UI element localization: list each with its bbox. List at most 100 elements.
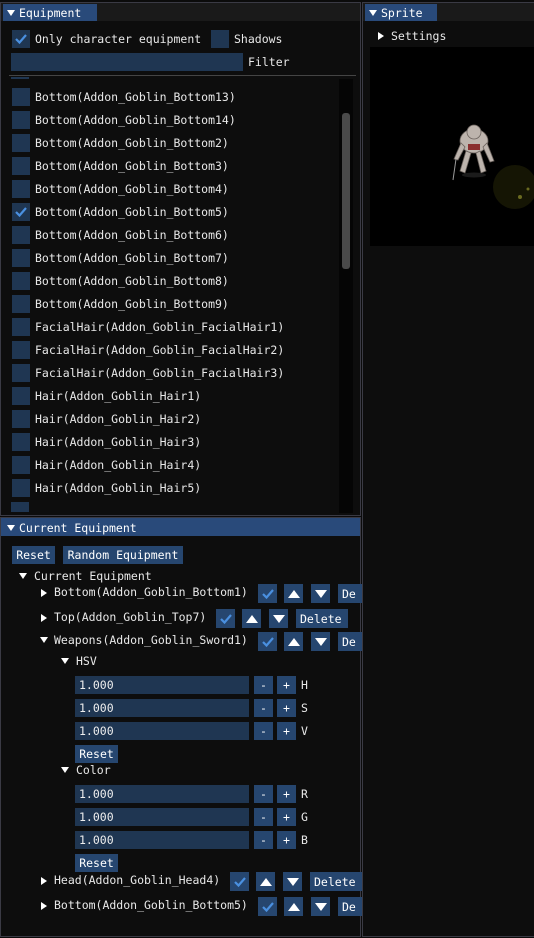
equipment-entry[interactable]: Bottom(Addon_Goblin_Bottom5) De <box>1 896 362 916</box>
move-down-button[interactable] <box>311 632 330 651</box>
equipment-entry[interactable]: Head(Addon_Goblin_Head4) Delete <box>1 871 362 891</box>
delete-button[interactable]: De <box>338 584 362 603</box>
equipment-checkbox[interactable] <box>12 134 30 152</box>
equipment-entry[interactable]: Weapons(Addon_Goblin_Sword1) De <box>1 631 362 651</box>
hsv-tree-node[interactable]: HSV <box>61 654 97 668</box>
delete-button[interactable]: Delete <box>310 872 362 891</box>
equipment-checkbox[interactable] <box>12 456 30 474</box>
equipment-entry[interactable]: Top(Addon_Goblin_Top7) Delete <box>1 608 362 628</box>
increment-button[interactable]: + <box>277 808 296 826</box>
equipment-checkbox[interactable] <box>12 295 30 313</box>
list-item[interactable]: Bottom(Addon_Goblin_Bottom14) <box>1 111 337 129</box>
list-item[interactable]: FacialHair(Addon_Goblin_FacialHair2) <box>1 341 337 359</box>
sprite-title-tab[interactable]: Sprite <box>365 4 437 21</box>
collapse-icon[interactable] <box>369 9 377 16</box>
color-value-input[interactable]: 1.000 <box>75 831 249 849</box>
equipment-checkbox[interactable] <box>12 318 30 336</box>
increment-button[interactable]: + <box>277 699 296 717</box>
move-down-button[interactable] <box>283 872 302 891</box>
color-reset-button[interactable]: Reset <box>75 854 118 872</box>
equipment-enabled-checkbox[interactable] <box>230 872 249 891</box>
equipment-checkbox[interactable] <box>12 341 30 359</box>
equipment-checkbox[interactable] <box>12 226 30 244</box>
increment-button[interactable]: + <box>277 831 296 849</box>
hsv-value-input[interactable]: 1.000 <box>75 676 249 694</box>
move-up-button[interactable] <box>284 897 303 916</box>
decrement-button[interactable]: - <box>254 808 273 826</box>
color-value-input[interactable]: 1.000 <box>75 785 249 803</box>
collapse-icon[interactable] <box>7 9 15 16</box>
expand-icon[interactable] <box>41 877 47 885</box>
only-character-checkbox[interactable] <box>12 30 30 48</box>
list-item[interactable]: Bottom(Addon_Goblin_Bottom9) <box>1 295 337 313</box>
list-item-checkbox[interactable] <box>11 77 29 79</box>
color-value-input[interactable]: 1.000 <box>75 808 249 826</box>
equipment-entry[interactable]: Bottom(Addon_Goblin_Bottom1) De <box>1 583 362 603</box>
filter-input[interactable] <box>11 53 243 71</box>
list-item[interactable]: Bottom(Addon_Goblin_Bottom8) <box>1 272 337 290</box>
move-up-button[interactable] <box>256 872 275 891</box>
hsv-reset-button[interactable]: Reset <box>75 745 118 763</box>
equipment-scroll-thumb[interactable] <box>342 113 350 269</box>
equipment-checkbox[interactable] <box>12 249 30 267</box>
equipment-enabled-checkbox[interactable] <box>216 609 235 628</box>
equipment-checkbox[interactable] <box>12 88 30 106</box>
equipment-title-tab[interactable]: Equipment <box>3 4 97 21</box>
increment-button[interactable]: + <box>277 676 296 694</box>
list-item[interactable]: FacialHair(Addon_Goblin_FacialHair1) <box>1 318 337 336</box>
move-down-button[interactable] <box>269 609 288 628</box>
color-tree-node[interactable]: Color <box>61 763 111 777</box>
list-item[interactable]: Bottom(Addon_Goblin_Bottom7) <box>1 249 337 267</box>
decrement-button[interactable]: - <box>254 699 273 717</box>
equipment-checkbox[interactable] <box>12 479 30 497</box>
expand-icon[interactable] <box>41 589 47 597</box>
equipment-checkbox[interactable] <box>12 180 30 198</box>
list-item[interactable]: Hair(Addon_Goblin_Hair1) <box>1 387 337 405</box>
list-item[interactable]: Bottom(Addon_Goblin_Bottom3) <box>1 157 337 175</box>
equipment-checkbox[interactable] <box>12 387 30 405</box>
equipment-list[interactable]: Bottom(Addon_Goblin_Bottom13) Bottom(Add… <box>1 77 341 512</box>
equipment-titlebar[interactable]: Equipment <box>1 3 360 21</box>
list-item[interactable]: Hair(Addon_Goblin_Hair3) <box>1 433 337 451</box>
equipment-enabled-checkbox[interactable] <box>258 584 277 603</box>
equipment-checkbox[interactable] <box>12 364 30 382</box>
hsv-value-input[interactable]: 1.000 <box>75 699 249 717</box>
move-down-button[interactable] <box>311 584 330 603</box>
hsv-value-input[interactable]: 1.000 <box>75 722 249 740</box>
decrement-button[interactable]: - <box>254 676 273 694</box>
equipment-checkbox[interactable] <box>12 157 30 175</box>
list-item[interactable]: Bottom(Addon_Goblin_Bottom5) <box>1 203 337 221</box>
equipment-checkbox[interactable] <box>12 272 30 290</box>
equipment-scrollbar[interactable] <box>339 79 353 513</box>
equipment-checkbox[interactable] <box>12 111 30 129</box>
decrement-button[interactable]: - <box>254 785 273 803</box>
list-item[interactable]: Hair(Addon_Goblin_Hair4) <box>1 456 337 474</box>
shadows-checkbox[interactable] <box>211 30 229 48</box>
list-item[interactable]: Hair(Addon_Goblin_Hair5) <box>1 479 337 497</box>
move-down-button[interactable] <box>311 897 330 916</box>
decrement-button[interactable]: - <box>254 831 273 849</box>
expand-icon[interactable] <box>41 902 47 910</box>
expand-icon[interactable] <box>41 614 47 622</box>
list-item[interactable]: Bottom(Addon_Goblin_Bottom2) <box>1 134 337 152</box>
equipment-checkbox[interactable] <box>12 410 30 428</box>
move-up-button[interactable] <box>284 584 303 603</box>
equipment-checkbox[interactable] <box>12 203 30 221</box>
list-item-checkbox[interactable] <box>11 502 29 512</box>
decrement-button[interactable]: - <box>254 722 273 740</box>
delete-button[interactable]: De <box>338 632 362 651</box>
list-item[interactable]: FacialHair(Addon_Goblin_FacialHair3) <box>1 364 337 382</box>
sprite-titlebar[interactable]: Sprite <box>363 3 534 21</box>
collapse-icon[interactable] <box>40 637 48 643</box>
equipment-checkbox[interactable] <box>12 433 30 451</box>
settings-tree-node[interactable]: Settings <box>378 29 446 43</box>
list-item[interactable]: Hair(Addon_Goblin_Hair2) <box>1 410 337 428</box>
list-item[interactable]: Bottom(Addon_Goblin_Bottom4) <box>1 180 337 198</box>
delete-button[interactable]: Delete <box>296 609 348 628</box>
increment-button[interactable]: + <box>277 785 296 803</box>
equipment-enabled-checkbox[interactable] <box>258 632 277 651</box>
move-up-button[interactable] <box>242 609 261 628</box>
list-item[interactable]: Bottom(Addon_Goblin_Bottom13) <box>1 88 337 106</box>
delete-button[interactable]: De <box>338 897 362 916</box>
equipment-enabled-checkbox[interactable] <box>258 897 277 916</box>
